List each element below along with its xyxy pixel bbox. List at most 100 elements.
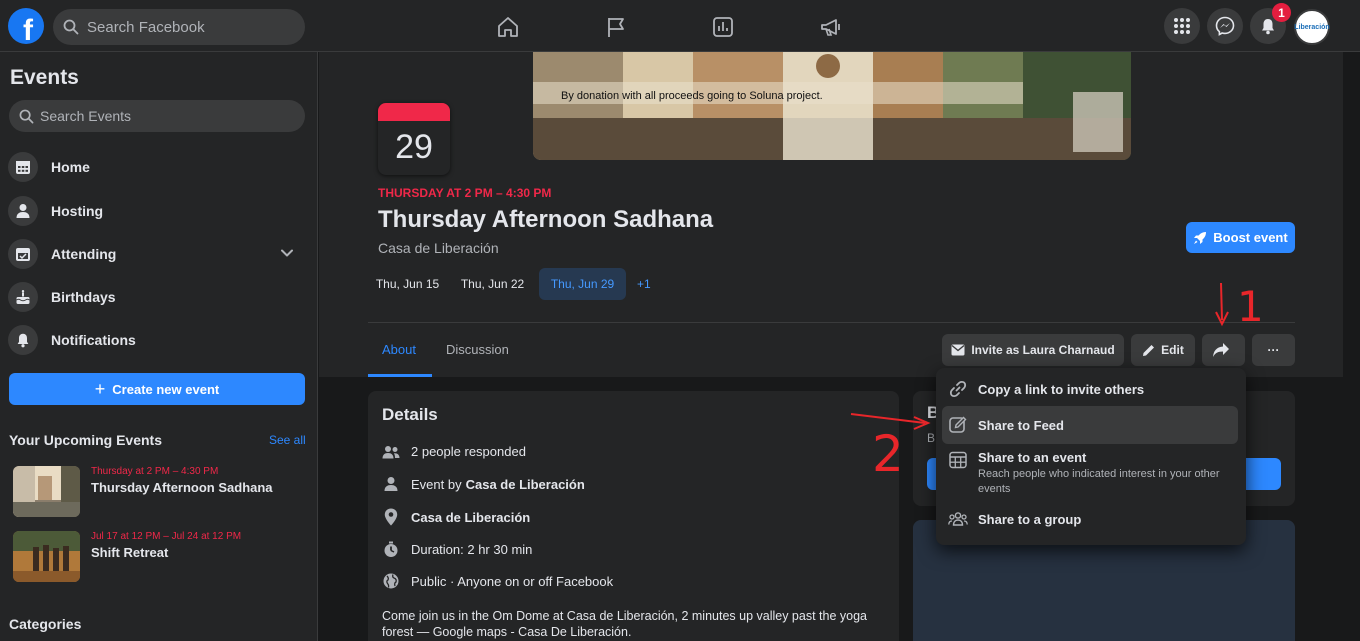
person-icon bbox=[382, 476, 400, 492]
facebook-search-box[interactable] bbox=[53, 9, 305, 45]
event-time: THURSDAY AT 2 PM – 4:30 PM bbox=[378, 186, 552, 200]
chevron-down-icon[interactable] bbox=[280, 246, 294, 260]
cover-caption: By donation with all proceeds going to S… bbox=[561, 90, 823, 102]
facebook-search-input[interactable] bbox=[87, 18, 287, 36]
upcoming-event-date: Jul 17 at 12 PM – Jul 24 at 12 PM bbox=[91, 531, 242, 542]
date-card-header bbox=[378, 103, 450, 121]
create-new-event-label: Create new event bbox=[112, 381, 220, 397]
detail-event-by: Event by Casa de Liberación bbox=[382, 476, 585, 492]
sidebar-item-label: Attending bbox=[51, 246, 117, 262]
event-title: Thursday Afternoon Sadhana bbox=[378, 206, 714, 233]
person-icon bbox=[8, 196, 38, 226]
event-thumbnail bbox=[13, 531, 80, 582]
nav-ads-megaphone-icon[interactable] bbox=[801, 10, 861, 44]
menu-item-label: Copy a link to invite others bbox=[978, 381, 1145, 397]
event-date-card: 29 bbox=[378, 103, 450, 175]
active-tab-indicator bbox=[368, 374, 432, 377]
sidebar-item-label: Notifications bbox=[51, 332, 136, 348]
upcoming-event-item[interactable]: Jul 17 at 12 PM – Jul 24 at 12 PM Shift … bbox=[13, 531, 303, 583]
cake-icon bbox=[8, 282, 38, 312]
right-card-subtitle: B bbox=[927, 431, 936, 445]
edit-button[interactable]: Edit bbox=[1131, 334, 1195, 366]
details-title: Details bbox=[382, 405, 438, 424]
event-main-content: By donation with all proceeds going to S… bbox=[319, 52, 1343, 641]
event-cover-photo: By donation with all proceeds going to S… bbox=[533, 52, 1131, 160]
sidebar-item-notifications[interactable]: Notifications bbox=[8, 320, 304, 360]
detail-location: Casa de Liberación bbox=[382, 508, 530, 526]
date-tab-jun-29[interactable]: Thu, Jun 29 bbox=[539, 268, 626, 300]
notification-count-badge: 1 bbox=[1272, 3, 1291, 22]
events-sidebar: Events Home Hosting Attending Birthdays bbox=[0, 52, 318, 641]
see-all-link[interactable]: See all bbox=[269, 433, 306, 447]
invite-button[interactable]: Invite as Laura Charnaud bbox=[942, 334, 1124, 366]
invite-label: Invite as Laura Charnaud bbox=[971, 343, 1115, 357]
share-button[interactable] bbox=[1202, 334, 1245, 366]
search-icon bbox=[63, 19, 79, 35]
detail-duration: Duration: 2 hr 30 min bbox=[382, 541, 532, 558]
pencil-square-icon bbox=[948, 416, 968, 434]
upcoming-event-item[interactable]: Thursday at 2 PM – 4:30 PM Thursday Afte… bbox=[13, 466, 303, 518]
events-search-box[interactable] bbox=[9, 100, 305, 132]
menu-item-share-to-feed[interactable]: Share to Feed bbox=[942, 406, 1238, 444]
people-icon bbox=[382, 445, 400, 459]
categories-title: Categories bbox=[9, 616, 82, 632]
nav-insights-icon[interactable] bbox=[693, 10, 753, 44]
facebook-logo[interactable]: f bbox=[8, 8, 44, 44]
sidebar-title: Events bbox=[10, 66, 79, 89]
menu-item-share-to-group[interactable]: Share to a group bbox=[942, 506, 1238, 532]
location-pin-icon bbox=[382, 508, 400, 526]
menu-item-label: Share to an event bbox=[978, 450, 1087, 465]
nav-pages-flag-icon[interactable] bbox=[586, 10, 646, 44]
group-icon bbox=[948, 512, 968, 526]
pencil-icon bbox=[1142, 344, 1161, 357]
account-avatar[interactable]: Liberación bbox=[1294, 9, 1330, 45]
upcoming-event-date: Thursday at 2 PM – 4:30 PM bbox=[91, 466, 219, 477]
detail-privacy: Public · Anyone on or off Facebook bbox=[382, 573, 613, 589]
create-new-event-button[interactable]: + Create new event bbox=[9, 373, 305, 405]
event-by-prefix: Event by bbox=[411, 476, 462, 492]
sidebar-item-home[interactable]: Home bbox=[8, 147, 304, 187]
tab-about[interactable]: About bbox=[382, 342, 416, 357]
upcoming-events-title: Your Upcoming Events bbox=[9, 432, 162, 448]
share-arrow-icon bbox=[1212, 342, 1236, 358]
calendar-grid-icon bbox=[8, 152, 38, 182]
detail-responded: 2 people responded bbox=[382, 444, 526, 459]
calendar-grid-icon bbox=[948, 451, 968, 469]
menu-grid-button[interactable] bbox=[1164, 8, 1200, 44]
messenger-button[interactable] bbox=[1207, 8, 1243, 44]
menu-item-label: Share to a group bbox=[978, 511, 1082, 527]
more-options-button[interactable]: ··· bbox=[1252, 334, 1295, 366]
menu-item-share-to-event[interactable]: Share to an event Reach people who indic… bbox=[942, 450, 1238, 496]
menu-item-label: Share to Feed bbox=[978, 417, 1064, 433]
sidebar-item-label: Home bbox=[51, 159, 90, 175]
search-icon bbox=[19, 109, 34, 124]
date-tab-jun-22[interactable]: Thu, Jun 22 bbox=[455, 268, 530, 300]
sidebar-item-label: Hosting bbox=[51, 203, 104, 219]
upcoming-event-name: Shift Retreat bbox=[91, 545, 169, 560]
date-tab-jun-15[interactable]: Thu, Jun 15 bbox=[370, 268, 445, 300]
privacy-text: Public · Anyone on or off Facebook bbox=[411, 573, 614, 589]
event-description: Come join us in the Om Dome at Casa de L… bbox=[382, 609, 867, 639]
event-host-link[interactable]: Casa de Liberación bbox=[378, 240, 499, 256]
boost-event-button[interactable]: Boost event bbox=[1186, 222, 1295, 253]
header-divider bbox=[368, 322, 1295, 323]
globe-icon bbox=[382, 573, 400, 589]
tab-discussion[interactable]: Discussion bbox=[446, 342, 509, 357]
messenger-icon bbox=[1215, 16, 1235, 36]
menu-item-copy-link[interactable]: Copy a link to invite others bbox=[942, 376, 1238, 402]
nav-home-icon[interactable] bbox=[478, 10, 538, 44]
events-search-input[interactable] bbox=[40, 108, 240, 124]
bell-icon bbox=[8, 325, 38, 355]
location-link[interactable]: Casa de Liberación bbox=[411, 510, 530, 525]
event-day-number: 29 bbox=[395, 128, 433, 166]
calendar-check-icon bbox=[8, 239, 38, 269]
sidebar-item-hosting[interactable]: Hosting bbox=[8, 191, 304, 231]
rocket-icon bbox=[1193, 231, 1213, 245]
menu-item-sublabel: Reach people who indicated interest in y… bbox=[978, 468, 1220, 495]
top-bar: f 1 Liberación bbox=[0, 0, 1360, 52]
sidebar-item-birthdays[interactable]: Birthdays bbox=[8, 277, 304, 317]
grid-menu-icon bbox=[1173, 17, 1191, 35]
sidebar-item-attending[interactable]: Attending bbox=[8, 234, 304, 274]
event-by-host-link[interactable]: Casa de Liberación bbox=[466, 477, 585, 492]
more-dates-link[interactable]: +1 bbox=[637, 277, 651, 291]
